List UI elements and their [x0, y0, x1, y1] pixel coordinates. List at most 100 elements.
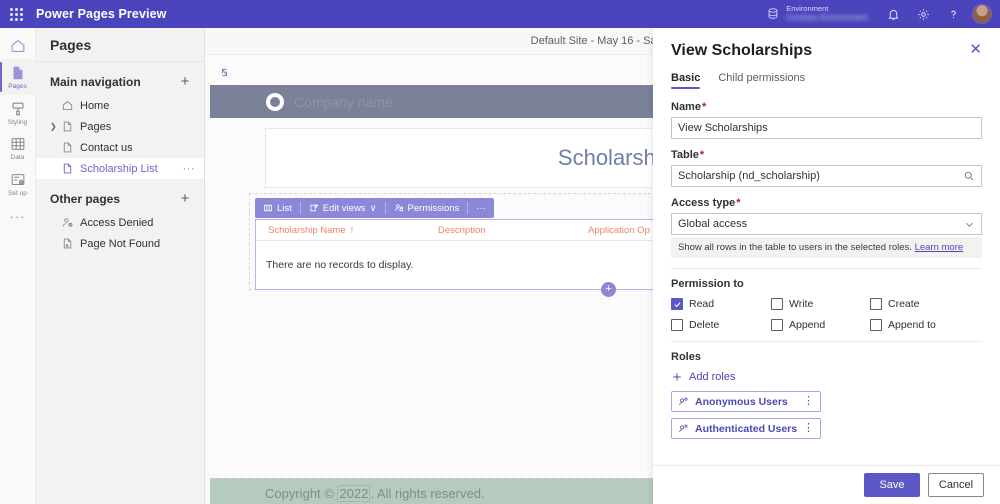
list-toolbar-list-button[interactable]: List — [261, 203, 294, 214]
list-toolbar-permissions-button[interactable]: Permissions — [392, 203, 462, 214]
site-company-name: Company name — [294, 94, 393, 110]
footer-copyright-pre: Copyright © — [265, 486, 337, 501]
roles-label: Roles — [671, 351, 982, 363]
toolbar-separator — [467, 202, 468, 214]
home-icon — [61, 99, 74, 112]
checkbox-checked-icon — [671, 298, 683, 310]
add-other-page-button[interactable]: + — [178, 191, 192, 206]
access-type-label: Access type* — [671, 197, 982, 209]
permissions-icon — [394, 203, 404, 213]
pages-panel: Pages Main navigation + Home ❯ Pages Con… — [36, 28, 205, 504]
environment-selector[interactable]: Environment Contoso Environment — [766, 5, 868, 23]
pages-panel-header: Pages — [36, 28, 204, 62]
tab-child-permissions[interactable]: Child permissions — [718, 72, 805, 89]
table-input-value: Scholarship (nd_scholarship) — [678, 170, 963, 182]
search-icon[interactable] — [963, 170, 975, 182]
sidebar-item-label: Home — [80, 100, 109, 112]
sidebar-item-label: Access Denied — [80, 217, 153, 229]
checkbox-label: Delete — [689, 319, 719, 331]
app-launcher-button[interactable] — [0, 0, 32, 28]
footer-year[interactable]: 2022 — [337, 485, 370, 502]
access-type-select[interactable]: Global access — [671, 213, 982, 235]
permission-to-label: Permission to — [671, 278, 982, 290]
power-pages-designer: Power Pages Preview Environment Contoso … — [0, 0, 1000, 504]
page-context-menu-button[interactable]: ··· — [183, 163, 196, 175]
add-component-button[interactable]: + — [601, 282, 616, 297]
divider — [671, 341, 982, 342]
add-main-navigation-page-button[interactable]: + — [178, 74, 192, 89]
sidebar-item-home[interactable]: Home — [36, 95, 204, 116]
sort-ascending-icon: ↑ — [350, 225, 355, 236]
column-label: Scholarship Name — [268, 225, 346, 236]
role-icon — [678, 423, 689, 434]
role-overflow-menu-icon[interactable]: ⋮ — [803, 424, 814, 433]
checkbox-append[interactable]: Append — [771, 319, 870, 331]
canvas-resize-handle[interactable] — [210, 60, 238, 85]
role-chip-label: Anonymous Users — [695, 396, 788, 408]
sidebar-item-access-denied[interactable]: Access Denied — [36, 212, 204, 233]
sidebar-item-scholarship-list[interactable]: Scholarship List ··· — [36, 158, 204, 179]
notifications-button[interactable] — [878, 0, 908, 28]
list-toolbar: List Edit views ∨ — [255, 198, 494, 218]
panel-header: View Scholarships ✕ — [653, 28, 1000, 60]
checkbox-label: Create — [888, 298, 920, 310]
sidebar-item-pages[interactable]: ❯ Pages — [36, 116, 204, 137]
rail-item-styling[interactable]: Styling — [0, 95, 36, 131]
environment-text: Environment Contoso Environment — [786, 5, 868, 23]
setup-icon — [9, 171, 27, 189]
list-toolbar-more-button[interactable]: ··· — [474, 203, 488, 214]
role-overflow-menu-icon[interactable]: ⋮ — [803, 397, 814, 406]
chevron-right-icon[interactable]: ❯ — [50, 122, 61, 131]
role-chip-authenticated-users[interactable]: Authenticated Users ⋮ — [671, 418, 821, 439]
toolbar-separator — [385, 202, 386, 214]
rail-item-setup[interactable]: Set up — [0, 166, 36, 202]
checkbox-label: Read — [689, 298, 714, 310]
checkbox-write[interactable]: Write — [771, 298, 870, 310]
avatar[interactable] — [972, 4, 992, 24]
rail-item-data[interactable]: Data — [0, 130, 36, 166]
table-input[interactable]: Scholarship (nd_scholarship) — [671, 165, 982, 187]
learn-more-link[interactable]: Learn more — [915, 242, 964, 253]
column-header-description[interactable]: Description — [438, 225, 588, 236]
tab-basic[interactable]: Basic — [671, 72, 700, 89]
checkbox-read[interactable]: Read — [671, 298, 771, 310]
name-input[interactable]: View Scholarships — [671, 117, 982, 139]
required-asterisk: * — [736, 197, 740, 209]
checkbox-delete[interactable]: Delete — [671, 319, 771, 331]
toolbar-separator — [300, 202, 301, 214]
rail-overflow-button[interactable]: ··· — [10, 209, 26, 224]
rail-item-pages[interactable]: Pages — [0, 59, 36, 95]
help-button[interactable] — [938, 0, 968, 28]
home-icon — [9, 37, 27, 55]
sidebar-item-page-not-found[interactable]: Page Not Found — [36, 233, 204, 254]
role-chip-anonymous-users[interactable]: Anonymous Users ⋮ — [671, 391, 821, 412]
checkbox-create[interactable]: Create — [870, 298, 982, 310]
list-toolbar-edit-views-button[interactable]: Edit views ∨ — [307, 203, 379, 214]
panel-tabs: Basic Child permissions — [653, 60, 1000, 89]
column-header-scholarship-name[interactable]: Scholarship Name ↑ — [268, 225, 438, 236]
cancel-button[interactable]: Cancel — [928, 473, 984, 497]
close-icon[interactable]: ✕ — [969, 42, 982, 57]
save-button[interactable]: Save — [864, 473, 920, 497]
edit-views-icon — [309, 203, 319, 213]
sidebar-item-contact-us[interactable]: Contact us — [36, 137, 204, 158]
role-chip-label: Authenticated Users — [695, 423, 797, 435]
app-launcher-icon — [10, 8, 23, 21]
add-roles-button[interactable]: Add roles — [671, 371, 982, 383]
role-icon — [678, 396, 689, 407]
checkbox-unchecked-icon — [870, 298, 882, 310]
data-table-icon — [9, 135, 27, 153]
page-icon — [61, 162, 74, 175]
rail-label-setup: Set up — [8, 191, 27, 198]
settings-button[interactable] — [908, 0, 938, 28]
sidebar-item-label: Scholarship List — [80, 163, 158, 175]
divider — [671, 268, 982, 269]
rail-item-home[interactable] — [0, 32, 36, 59]
chevron-down-icon: ∨ — [370, 203, 377, 214]
pages-icon — [9, 64, 27, 82]
checkbox-unchecked-icon — [671, 319, 683, 331]
checkbox-unchecked-icon — [771, 319, 783, 331]
checkbox-append-to[interactable]: Append to — [870, 319, 982, 331]
table-permission-panel: View Scholarships ✕ Basic Child permissi… — [653, 28, 1000, 504]
chevron-down-icon[interactable] — [964, 219, 975, 230]
